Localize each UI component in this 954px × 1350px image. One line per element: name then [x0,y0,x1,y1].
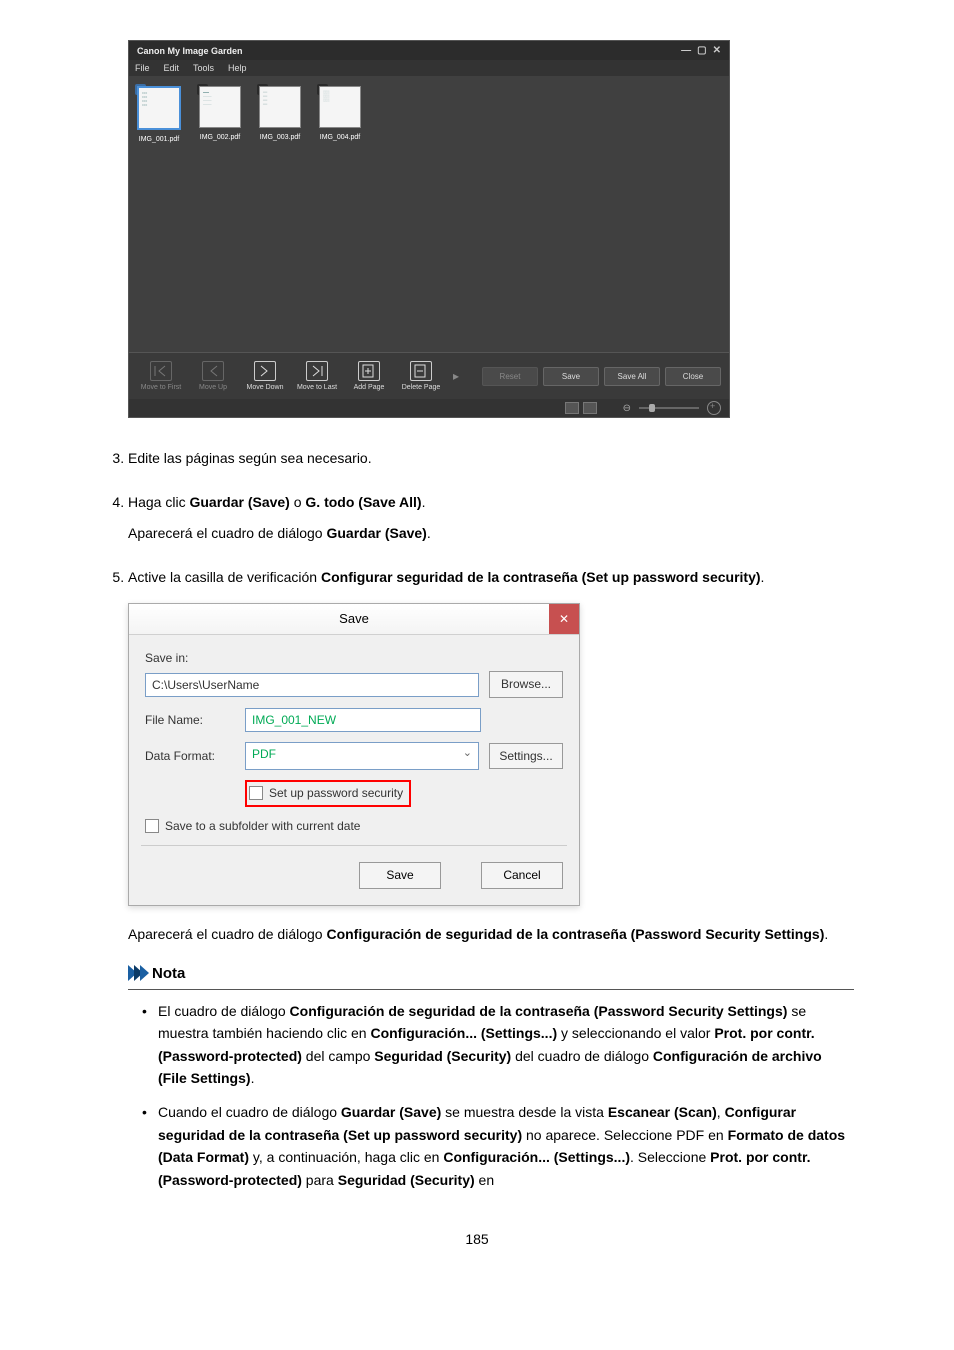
move-first-icon [150,361,172,381]
thumbnail-preview: ░░░░░░░░░ [319,86,361,128]
thumbnail-item[interactable]: 2 ▬▬──────────── IMG_002.pdf [199,86,241,141]
delete-page-icon [410,361,432,381]
save-path-input[interactable]: C:\Users\UserName [145,673,479,697]
close-button[interactable]: Close [665,367,721,386]
thumbnail-label: IMG_004.pdf [320,134,360,141]
password-security-checkbox[interactable] [249,786,263,800]
step-5-after: Aparecerá el cuadro de diálogo Configura… [128,924,854,946]
step-5: Active la casilla de verificación Config… [128,567,854,1191]
window-titlebar: Canon My Image Garden — ▢ ✕ [129,41,729,60]
minimize-icon[interactable]: — [681,45,691,56]
dialog-save-button[interactable]: Save [359,862,441,889]
move-down-icon [254,361,276,381]
page-number: 185 [100,1231,854,1247]
save-in-label: Save in: [145,649,563,668]
menu-file[interactable]: File [135,63,150,73]
menu-bar: File Edit Tools Help [129,60,729,76]
password-security-highlight: Set up password security [245,780,411,807]
window-title: Canon My Image Garden [137,46,243,56]
dialog-titlebar: Save ✕ [129,604,579,635]
dialog-separator [141,845,567,846]
delete-page-button[interactable]: Delete Page [397,359,445,393]
thumbnail-label: IMG_001.pdf [139,136,179,143]
chevron-icon [128,965,146,981]
step-4-subtext: Aparecerá el cuadro de diálogo Guardar (… [128,523,854,545]
add-page-button[interactable]: Add Page [345,359,393,393]
menu-tools[interactable]: Tools [193,63,214,73]
nav-arrow-icon[interactable]: ▸ [453,369,459,383]
save-dialog: Save ✕ Save in: C:\Users\UserName Browse… [128,603,580,906]
subfolder-checkbox[interactable] [145,819,159,833]
view-mode-icon[interactable] [583,402,597,414]
reset-button: Reset [482,367,538,386]
step-3: Edite las páginas según sea necesario. [128,448,854,470]
move-to-first-button: Move to First [137,359,185,393]
settings-button[interactable]: Settings... [489,743,563,770]
thumbnail-preview: ≡≡≡≡≡≡≡≡≡≡≡≡ [137,86,181,130]
zoom-out-icon[interactable]: ⊖ [623,403,631,414]
instruction-list: Edite las páginas según sea necesario. H… [100,448,854,1191]
thumbnail-item[interactable]: 3 ════════ IMG_003.pdf [259,86,301,141]
thumbnail-preview: ════════ [259,86,301,128]
move-last-icon [306,361,328,381]
dialog-close-button[interactable]: ✕ [549,604,579,634]
dataformat-label: Data Format: [145,747,235,766]
subfolder-label: Save to a subfolder with current date [165,817,360,836]
filename-label: File Name: [145,711,235,730]
view-mode-icon[interactable] [565,402,579,414]
add-page-icon [358,361,380,381]
move-down-button[interactable]: Move Down [241,359,289,393]
thumbnail-item[interactable]: 4 ░░░░░░░░░ IMG_004.pdf [319,86,361,141]
save-button[interactable]: Save [543,367,599,386]
move-up-button: Move Up [189,359,237,393]
thumbnail-label: IMG_003.pdf [260,134,300,141]
move-to-last-button[interactable]: Move to Last [293,359,341,393]
save-all-button[interactable]: Save All [604,367,660,386]
password-security-label: Set up password security [269,784,403,803]
nota-list: El cuadro de diálogo Configuración de se… [128,1000,854,1191]
nota-item: Cuando el cuadro de diálogo Guardar (Sav… [158,1101,854,1191]
dialog-title: Save [339,611,369,626]
thumbnail-item[interactable]: 1 ≡≡≡≡≡≡≡≡≡≡≡≡ IMG_001.pdf [137,86,181,143]
nota-title: Nota [152,962,185,985]
status-bar: ⊖ [129,399,729,417]
bottom-toolbar: Move to First Move Up Move Down Move to … [129,352,729,399]
thumbnail-area: 1 ≡≡≡≡≡≡≡≡≡≡≡≡ IMG_001.pdf 2 ▬▬─────────… [129,76,729,352]
maximize-icon[interactable]: ▢ [697,45,706,56]
thumbnail-preview: ▬▬──────────── [199,86,241,128]
zoom-in-icon[interactable] [707,401,721,415]
menu-edit[interactable]: Edit [164,63,180,73]
thumbnail-label: IMG_002.pdf [200,134,240,141]
nota-block: Nota El cuadro de diálogo Configuración … [128,962,854,1191]
menu-help[interactable]: Help [228,63,247,73]
dataformat-select[interactable]: PDF [245,742,479,770]
filename-input[interactable]: IMG_001_NEW [245,708,481,732]
zoom-slider[interactable] [639,407,699,409]
move-up-icon [202,361,224,381]
close-icon[interactable]: ✕ [713,45,721,56]
nota-header: Nota [128,962,854,990]
nota-item: El cuadro de diálogo Configuración de se… [158,1000,854,1090]
app-window: Canon My Image Garden — ▢ ✕ File Edit To… [128,40,730,418]
browse-button[interactable]: Browse... [489,671,563,698]
step-4: Haga clic Guardar (Save) o G. todo (Save… [128,492,854,545]
dialog-cancel-button[interactable]: Cancel [481,862,563,889]
